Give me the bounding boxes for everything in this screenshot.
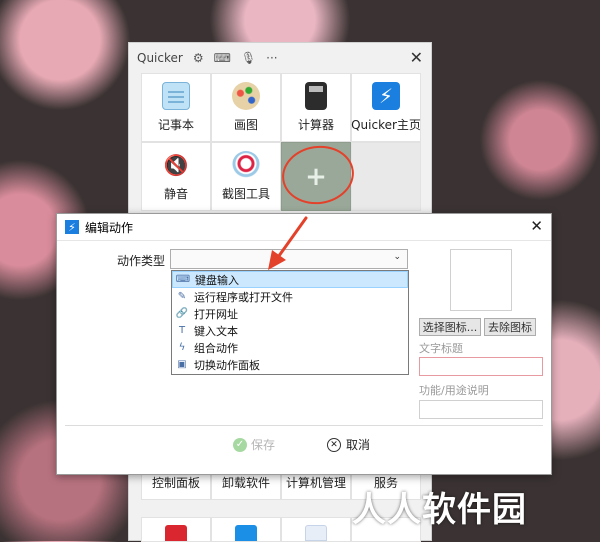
- option-switch-panel[interactable]: ▣ 切换动作面板: [172, 356, 408, 373]
- paint-icon: [232, 82, 260, 110]
- calculator-icon: [305, 82, 327, 110]
- red-app-icon: [165, 525, 187, 541]
- cancel-label: 取消: [346, 438, 371, 452]
- save-button[interactable]: ✓ 保存: [233, 436, 275, 453]
- option-label: 打开网址: [194, 307, 238, 321]
- action-grid: 记事本 画图 计算器 ⚡ Quicker主页 🔇 静音 截图工具 +: [141, 73, 421, 211]
- action-type-dropdown: ⌨ 键盘输入 ✎ 运行程序或打开文件 🔗 打开网址 T 键入文本 ϟ 组合动作 …: [171, 270, 409, 375]
- microphone-icon[interactable]: 🎙: [241, 51, 256, 65]
- select-icon-button[interactable]: 选择图标...: [419, 318, 481, 336]
- text-icon: T: [178, 325, 186, 336]
- remove-icon-button[interactable]: 去除图标: [484, 318, 536, 336]
- option-label: 键盘输入: [195, 273, 239, 287]
- close-icon: ✕: [327, 437, 341, 452]
- action-tile-translate[interactable]: [211, 517, 281, 542]
- quicker-title: Quicker: [137, 51, 183, 65]
- empty-tile: [351, 142, 421, 211]
- option-type-text[interactable]: T 键入文本: [172, 322, 408, 339]
- action-tile-paint[interactable]: 画图: [211, 73, 281, 142]
- option-label: 切换动作面板: [194, 358, 260, 372]
- tile-label: 截图工具: [221, 187, 270, 201]
- action-tile-google[interactable]: [281, 517, 351, 542]
- action-tile-red[interactable]: [141, 517, 211, 542]
- keyboard-icon[interactable]: ⌨: [214, 51, 231, 65]
- chevron-down-icon: ⌄: [393, 252, 401, 262]
- icon-preview[interactable]: [450, 249, 512, 311]
- dialog-title: 编辑动作: [85, 220, 134, 235]
- link-icon: 🔗: [175, 308, 189, 319]
- tile-label: 静音: [163, 187, 188, 201]
- quicker-close-icon[interactable]: ✕: [410, 48, 423, 67]
- action-tile-mute[interactable]: 🔇 静音: [141, 142, 211, 211]
- tile-label: 计算器: [297, 118, 334, 132]
- option-label: 键入文本: [194, 324, 238, 338]
- notepad-icon: [162, 82, 190, 110]
- text-title-input[interactable]: [419, 357, 543, 376]
- quicker-icon: ⚡: [372, 82, 400, 110]
- option-label: 运行程序或打开文件: [194, 290, 293, 304]
- check-icon: ✓: [233, 437, 247, 452]
- tile-label: 画图: [233, 118, 258, 132]
- tile-label: Quicker主页: [351, 118, 421, 132]
- mute-icon: 🔇: [163, 153, 189, 177]
- save-label: 保存: [251, 438, 276, 452]
- option-label: 组合动作: [194, 341, 238, 355]
- tile-label: 控制面板: [151, 476, 200, 490]
- action-type-label: 动作类型: [117, 254, 166, 268]
- panel-switch-icon: ▣: [177, 359, 187, 370]
- tile-label: 卸载软件: [221, 476, 270, 490]
- snipping-tool-icon: [232, 151, 260, 179]
- description-input[interactable]: [419, 400, 543, 419]
- annotation-arrow: [268, 216, 308, 270]
- quicker-icon: ⚡: [65, 220, 79, 234]
- action-tile-calculator[interactable]: 计算器: [281, 73, 351, 142]
- quicker-titlebar: Quicker ⚙ ⌨ 🎙 ··· ✕: [129, 43, 431, 73]
- settings-icon[interactable]: ⚙: [193, 51, 204, 65]
- action-tile-quicker-home[interactable]: ⚡ Quicker主页: [351, 73, 421, 142]
- tile-label: 记事本: [157, 118, 194, 132]
- text-title-label: 文字标题: [419, 342, 463, 355]
- description-label: 功能/用途说明: [419, 384, 489, 397]
- google-icon: [305, 525, 327, 541]
- keyboard-icon: ⌨: [175, 274, 191, 285]
- option-run-program[interactable]: ✎ 运行程序或打开文件: [172, 288, 408, 305]
- watermark: 人人软件园: [352, 490, 527, 530]
- dialog-close-icon[interactable]: ✕: [530, 217, 543, 235]
- tile-label: 计算机管理: [285, 476, 346, 490]
- option-combo-action[interactable]: ϟ 组合动作: [172, 339, 408, 356]
- option-open-url[interactable]: 🔗 打开网址: [172, 305, 408, 322]
- cancel-button[interactable]: ✕ 取消: [327, 436, 370, 453]
- action-tile-snipping-tool[interactable]: 截图工具: [211, 142, 281, 211]
- run-program-icon: ✎: [177, 291, 187, 302]
- action-tile-notepad[interactable]: 记事本: [141, 73, 211, 142]
- more-icon[interactable]: ···: [266, 51, 277, 65]
- dialog-divider: [65, 425, 543, 426]
- combo-action-icon: ϟ: [178, 342, 186, 353]
- translate-icon: [235, 525, 257, 541]
